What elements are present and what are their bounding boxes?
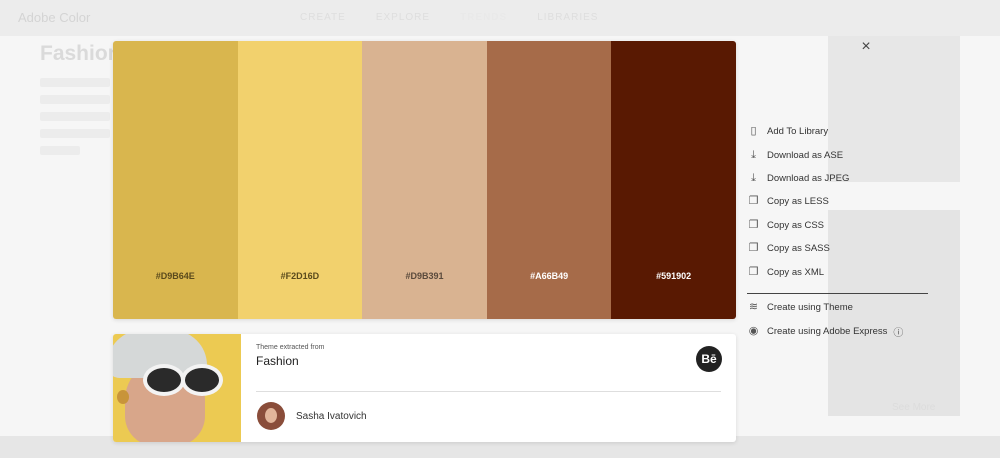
theme-name[interactable]: Fashion [256, 354, 299, 368]
express-icon: ◉ [748, 324, 759, 337]
create-using-theme-button[interactable]: ≋ Create using Theme [747, 296, 937, 319]
extracted-label: Theme extracted from [256, 344, 325, 351]
background-text-lines [40, 78, 110, 163]
hex-code[interactable]: #F2D16D [238, 271, 363, 281]
action-label: Download as JPEG [767, 172, 850, 184]
copy-sass-button[interactable]: ❐ Copy as SASS [747, 237, 937, 260]
hex-code[interactable]: #591902 [611, 271, 736, 281]
source-image[interactable] [113, 334, 241, 442]
divider [256, 391, 721, 392]
theme-info-card: Theme extracted from Fashion Bē Sasha Iv… [113, 334, 736, 442]
avatar[interactable] [257, 402, 285, 430]
action-label: Copy as XML [767, 266, 825, 278]
behance-icon[interactable]: Bē [696, 346, 722, 372]
copy-icon: ❐ [748, 218, 759, 231]
color-palette: #D9B64E #F2D16D #D9B391 #A66B49 #591902 [113, 41, 736, 319]
background-title: Fashion [40, 42, 121, 65]
action-label: Copy as CSS [767, 219, 825, 231]
copy-less-button[interactable]: ❐ Copy as LESS [747, 190, 937, 213]
create-actions-menu: ≋ Create using Theme ◉ Create using Adob… [747, 296, 937, 343]
action-label: Create using Adobe Express [767, 325, 888, 337]
top-bar: Adobe Color CREATE EXPLORE TRENDS LIBRAR… [0, 0, 1000, 36]
download-icon: ⤓ [751, 171, 756, 184]
action-label: Add To Library [767, 126, 829, 138]
color-swatch[interactable]: #A66B49 [486, 41, 612, 319]
nav-trends: TRENDS [460, 12, 508, 23]
download-ase-button[interactable]: ⤓ Download as ASE [747, 143, 937, 166]
color-swatch[interactable]: #591902 [611, 41, 736, 319]
author-name[interactable]: Sasha Ivatovich [296, 411, 367, 422]
library-icon: ▯ [750, 125, 757, 138]
color-swatch[interactable]: #D9B64E [113, 41, 238, 319]
actions-menu: ▯ Add To Library ⤓ Download as ASE ⤓ Dow… [747, 120, 937, 284]
color-swatch[interactable]: #F2D16D [237, 41, 363, 319]
top-nav: CREATE EXPLORE TRENDS LIBRARIES [300, 12, 598, 23]
brand-logo: Adobe Color [18, 10, 91, 25]
hex-code[interactable]: #A66B49 [487, 271, 612, 281]
copy-xml-button[interactable]: ❐ Copy as XML [747, 260, 937, 283]
close-icon[interactable]: × [858, 39, 874, 55]
copy-icon: ❐ [748, 195, 759, 208]
action-label: Create using Theme [767, 302, 853, 314]
color-swatch[interactable]: #D9B391 [362, 41, 487, 319]
add-to-library-button[interactable]: ▯ Add To Library [747, 120, 937, 143]
action-label: Copy as SASS [767, 243, 830, 255]
download-icon: ⤓ [751, 148, 756, 161]
menu-divider [747, 293, 928, 294]
download-jpeg-button[interactable]: ⤓ Download as JPEG [747, 167, 937, 190]
info-icon[interactable]: ⓘ [893, 324, 903, 339]
nav-create: CREATE [300, 12, 346, 23]
action-label: Copy as LESS [767, 196, 829, 208]
copy-icon: ❐ [748, 242, 759, 255]
hex-code[interactable]: #D9B64E [113, 271, 238, 281]
copy-icon: ❐ [748, 265, 759, 278]
action-label: Download as ASE [767, 149, 844, 161]
create-using-express-button[interactable]: ◉ Create using Adobe Express ⓘ [747, 319, 937, 342]
hex-code[interactable]: #D9B391 [362, 271, 487, 281]
nav-libraries: LIBRARIES [537, 12, 599, 23]
theme-icon: ≋ [748, 301, 759, 314]
copy-css-button[interactable]: ❐ Copy as CSS [747, 214, 937, 237]
background-see-more: See More [892, 402, 936, 413]
nav-explore: EXPLORE [375, 12, 431, 23]
